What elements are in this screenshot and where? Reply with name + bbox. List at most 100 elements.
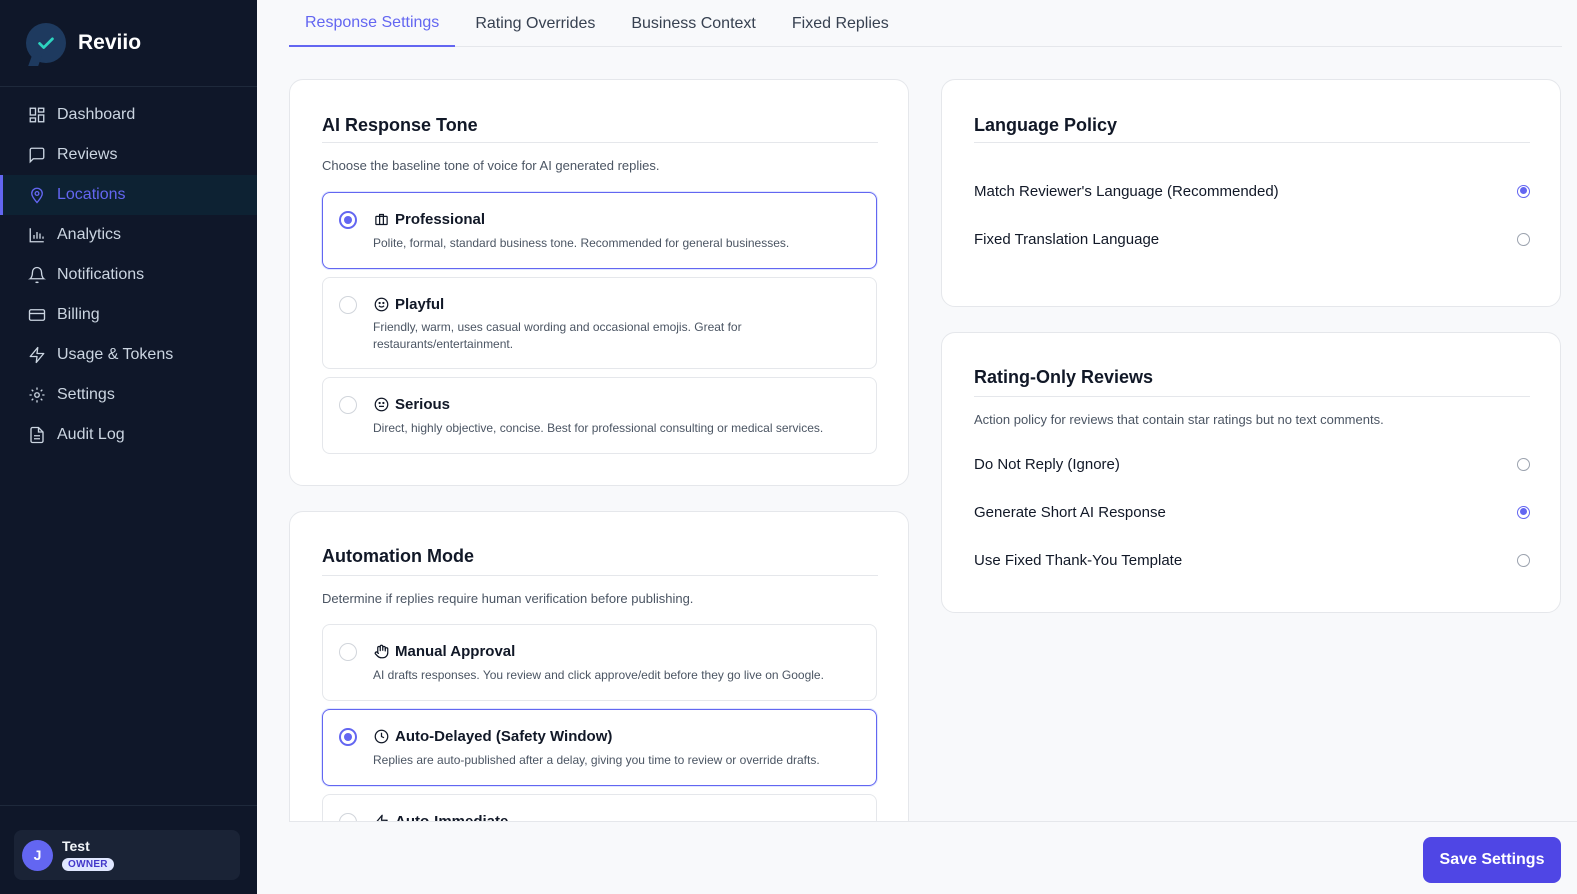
option-label: Generate Short AI Response xyxy=(974,503,1166,521)
dashboard-icon xyxy=(27,105,47,125)
sidebar-item-locations[interactable]: Locations xyxy=(0,175,257,215)
rating-option-short-ai[interactable]: Generate Short AI Response xyxy=(974,500,1530,524)
language-option-match[interactable]: Match Reviewer's Language (Recommended) xyxy=(974,179,1530,203)
sidebar-item-reviews[interactable]: Reviews xyxy=(0,135,257,175)
automation-radio-manual[interactable] xyxy=(339,643,357,661)
option-label: Use Fixed Thank-You Template xyxy=(974,551,1183,569)
rating-only-card: Rating-Only Reviews Action policy for re… xyxy=(941,332,1561,613)
option-description: Polite, formal, standard business tone. … xyxy=(373,236,790,250)
rating-only-title: Rating-Only Reviews xyxy=(974,367,1154,387)
automation-description: Determine if replies require human verif… xyxy=(322,591,694,606)
rating-only-description: Action policy for reviews that contain s… xyxy=(974,412,1384,427)
sidebar: Reviio Dashboard Reviews Locations Analy… xyxy=(0,0,257,894)
footer-bar xyxy=(289,821,1577,894)
automation-option-auto-delayed[interactable]: Auto-Delayed (Safety Window) Replies are… xyxy=(322,709,877,786)
option-description: AI drafts responses. You review and clic… xyxy=(373,668,824,682)
language-radio-fixed[interactable] xyxy=(1517,232,1530,246)
message-square-icon xyxy=(27,145,47,165)
tab-response-settings[interactable]: Response Settings xyxy=(289,0,456,47)
option-title: Auto-Immediate xyxy=(395,813,508,821)
rating-option-template[interactable]: Use Fixed Thank-You Template xyxy=(974,548,1530,572)
brand-logo-icon xyxy=(26,23,66,63)
sidebar-item-notifications[interactable]: Notifications xyxy=(0,255,257,295)
sidebar-item-label: Settings xyxy=(57,386,115,403)
settings-scroll-area[interactable]: AI Response Tone Choose the baseline ton… xyxy=(289,47,1562,821)
tone-radio-professional[interactable] xyxy=(339,211,357,229)
tone-radio-playful[interactable] xyxy=(339,296,357,314)
smile-icon xyxy=(373,297,389,313)
tone-option-serious[interactable]: Serious Direct, highly objective, concis… xyxy=(322,377,877,454)
language-policy-title: Language Policy xyxy=(974,115,1118,135)
tone-card: AI Response Tone Choose the baseline ton… xyxy=(289,79,909,486)
language-policy-card: Language Policy Match Reviewer's Languag… xyxy=(941,79,1561,307)
tone-option-playful[interactable]: Playful Friendly, warm, uses casual word… xyxy=(322,277,877,369)
avatar: J xyxy=(22,839,53,871)
tone-radio-serious[interactable] xyxy=(339,396,357,414)
meh-icon xyxy=(373,397,389,413)
divider xyxy=(974,142,1530,143)
rating-radio-short-ai[interactable] xyxy=(1517,505,1530,519)
sidebar-item-label: Reviews xyxy=(57,146,118,163)
option-label: Match Reviewer's Language (Recommended) xyxy=(974,182,1279,200)
sidebar-item-label: Usage & Tokens xyxy=(57,346,174,363)
sidebar-item-audit-log[interactable]: Audit Log xyxy=(0,415,257,455)
zap-icon xyxy=(373,814,389,821)
sidebar-item-label: Dashboard xyxy=(57,106,136,123)
map-pin-icon xyxy=(27,185,47,205)
bell-icon xyxy=(27,265,47,285)
sidebar-item-billing[interactable]: Billing xyxy=(0,295,257,335)
option-title: Playful xyxy=(395,296,445,313)
rating-option-ignore[interactable]: Do Not Reply (Ignore) xyxy=(974,452,1530,476)
tab-fixed-replies[interactable]: Fixed Replies xyxy=(776,0,905,47)
divider xyxy=(322,575,878,576)
zap-icon xyxy=(27,345,47,365)
language-radio-match[interactable] xyxy=(1517,184,1530,198)
tone-description: Choose the baseline tone of voice for AI… xyxy=(322,158,660,173)
rating-radio-ignore[interactable] xyxy=(1517,457,1530,471)
role-badge: OWNER xyxy=(62,858,114,871)
sidebar-footer: J Test OWNER xyxy=(0,805,257,894)
automation-radio-auto-delayed[interactable] xyxy=(339,728,357,746)
option-label: Do Not Reply (Ignore) xyxy=(974,455,1120,473)
rating-radio-template[interactable] xyxy=(1517,553,1530,567)
language-option-fixed[interactable]: Fixed Translation Language xyxy=(974,227,1530,251)
settings-tabs: Response Settings Rating Overrides Busin… xyxy=(289,0,1562,47)
sidebar-item-analytics[interactable]: Analytics xyxy=(0,215,257,255)
option-title: Serious xyxy=(395,396,451,413)
tab-rating-overrides[interactable]: Rating Overrides xyxy=(459,0,611,47)
sidebar-item-usage-tokens[interactable]: Usage & Tokens xyxy=(0,335,257,375)
option-title: Manual Approval xyxy=(395,643,516,660)
option-description: Replies are auto-published after a delay… xyxy=(373,753,820,767)
option-description: Friendly, warm, uses casual wording and … xyxy=(373,320,742,351)
sidebar-item-label: Billing xyxy=(57,306,100,323)
sidebar-item-label: Notifications xyxy=(57,266,145,283)
option-title: Auto-Delayed (Safety Window) xyxy=(395,728,613,745)
user-card[interactable]: J Test OWNER xyxy=(14,830,240,880)
automation-card: Automation Mode Determine if replies req… xyxy=(289,511,909,821)
gear-icon xyxy=(27,385,47,405)
automation-title: Automation Mode xyxy=(322,546,474,566)
main-content: Response Settings Rating Overrides Busin… xyxy=(257,0,1577,894)
automation-radio-auto-immediate[interactable] xyxy=(339,813,357,821)
save-settings-button[interactable]: Save Settings xyxy=(1423,837,1561,883)
brand: Reviio xyxy=(0,0,257,87)
sidebar-item-label: Analytics xyxy=(57,226,122,243)
hand-icon xyxy=(373,644,389,660)
brand-name: Reviio xyxy=(78,31,142,54)
automation-option-auto-immediate[interactable]: Auto-Immediate xyxy=(322,794,877,821)
divider xyxy=(322,142,878,143)
sidebar-item-label: Locations xyxy=(57,186,126,203)
briefcase-icon xyxy=(373,212,389,228)
tone-option-professional[interactable]: Professional Polite, formal, standard bu… xyxy=(322,192,877,269)
tab-business-context[interactable]: Business Context xyxy=(615,0,772,47)
automation-option-manual[interactable]: Manual Approval AI drafts responses. You… xyxy=(322,624,877,701)
user-name: Test xyxy=(62,838,90,854)
clock-icon xyxy=(373,729,389,745)
credit-card-icon xyxy=(27,305,47,325)
option-title: Professional xyxy=(395,211,486,228)
bar-chart-icon xyxy=(27,225,47,245)
sidebar-nav: Dashboard Reviews Locations Analytics No… xyxy=(0,95,257,455)
sidebar-item-settings[interactable]: Settings xyxy=(0,375,257,415)
file-text-icon xyxy=(27,425,47,445)
sidebar-item-dashboard[interactable]: Dashboard xyxy=(0,95,257,135)
